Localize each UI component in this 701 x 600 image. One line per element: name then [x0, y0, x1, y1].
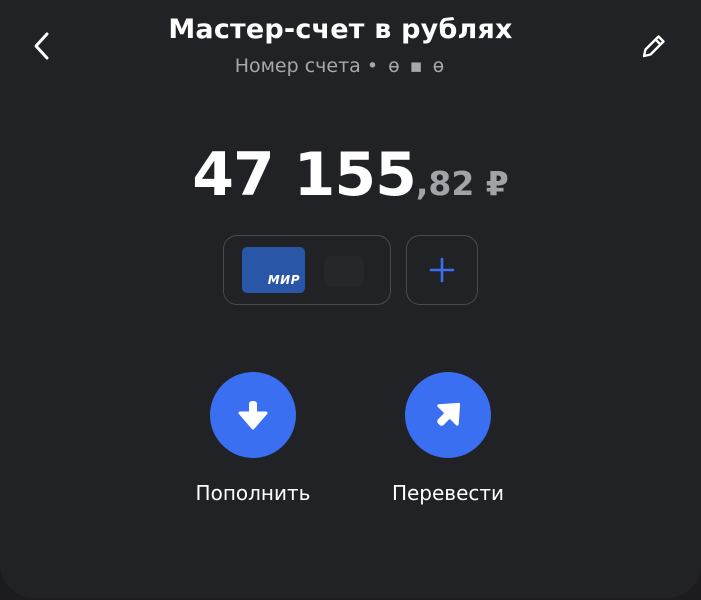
mir-logo: МИР [267, 273, 300, 287]
transfer-circle[interactable] [405, 372, 491, 458]
linked-card[interactable]: МИР [223, 235, 391, 305]
arrow-down-icon [238, 401, 268, 430]
top-up-button[interactable]: Пополнить [173, 372, 333, 505]
plus-icon [429, 257, 455, 283]
account-balance: 47 155,82 ₽ [0, 140, 701, 210]
edit-button[interactable] [634, 26, 674, 66]
balance-integer: 47 155 [192, 140, 417, 210]
account-number-label: Номер счета [234, 55, 361, 77]
card-placeholder [324, 256, 364, 286]
transfer-button[interactable]: Перевести [368, 372, 528, 505]
page-title: Мастер-счет в рублях [168, 14, 513, 45]
top-up-circle[interactable] [210, 372, 296, 458]
transfer-label: Перевести [391, 481, 505, 505]
account-sheet: Мастер-счет в рублях Номер счета • ө ▪ ө… [0, 0, 701, 598]
mir-card-thumbnail: МИР [242, 247, 305, 293]
add-card-button[interactable] [406, 235, 478, 305]
pencil-icon [642, 35, 665, 58]
top-up-label: Пополнить [195, 481, 311, 505]
account-screen: Мастер-счет в рублях Номер счета • ө ▪ ө… [0, 0, 701, 600]
account-number: Номер счета • ө ▪ ө [0, 55, 681, 77]
balance-fraction: ,82 ₽ [415, 164, 509, 203]
account-number-mask: • ө ▪ ө [366, 55, 447, 77]
arrow-up-right-icon [437, 402, 461, 426]
